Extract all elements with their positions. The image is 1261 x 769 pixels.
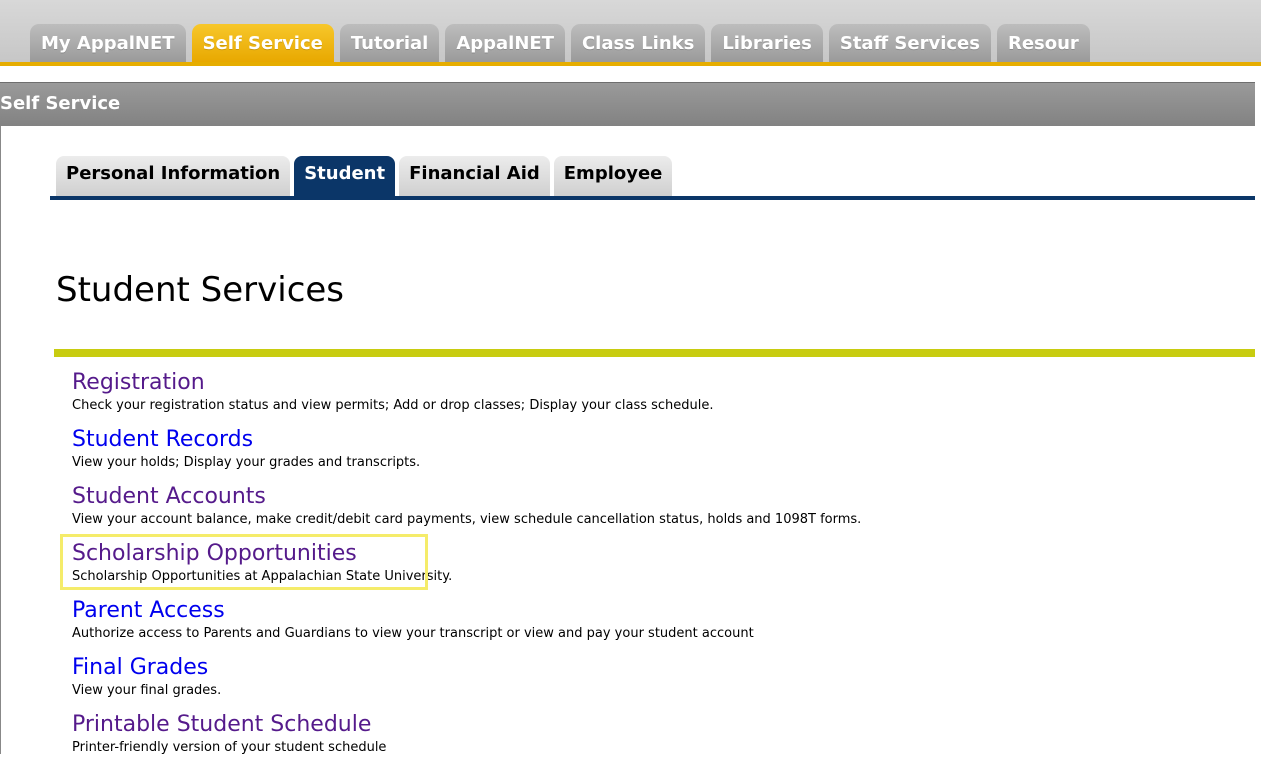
parent-access-description: Authorize access to Parents and Guardian… bbox=[72, 626, 754, 641]
section-title: Self Service bbox=[0, 93, 121, 114]
student-records-description: View your holds; Display your grades and… bbox=[72, 455, 421, 470]
scholarship-opportunities-description: Scholarship Opportunities at Appalachian… bbox=[72, 569, 453, 584]
registration-link[interactable]: Registration bbox=[72, 370, 205, 396]
top-tab-my-appalnet[interactable]: My AppalNET bbox=[30, 24, 186, 62]
menu-item-student-accounts: Student Accounts View your account balan… bbox=[72, 484, 1252, 541]
top-tab-appalnet[interactable]: AppalNET bbox=[445, 24, 565, 62]
content-left-border bbox=[0, 126, 1, 754]
tab-personal-information[interactable]: Personal Information bbox=[56, 156, 291, 196]
menu-item-registration: Registration Check your registration sta… bbox=[72, 370, 1252, 427]
portal-tab-underline bbox=[0, 62, 1261, 66]
top-tab-self-service[interactable]: Self Service bbox=[191, 24, 334, 62]
portal-tabs: My AppalNET Self Service Tutorial AppalN… bbox=[30, 24, 1090, 62]
top-tab-libraries[interactable]: Libraries bbox=[711, 24, 823, 62]
top-tab-staff-services[interactable]: Staff Services bbox=[828, 24, 991, 62]
sub-tabs: Personal Information Student Financial A… bbox=[56, 156, 673, 196]
menu-item-scholarship-opportunities: Scholarship Opportunities Scholarship Op… bbox=[72, 541, 1252, 598]
portal-tab-bar: My AppalNET Self Service Tutorial AppalN… bbox=[0, 0, 1261, 66]
menu-item-printable-student-schedule: Printable Student Schedule Printer-frien… bbox=[72, 712, 1252, 769]
student-accounts-description: View your account balance, make credit/d… bbox=[72, 512, 862, 527]
registration-description: Check your registration status and view … bbox=[72, 398, 714, 413]
printable-student-schedule-link[interactable]: Printable Student Schedule bbox=[72, 712, 371, 738]
top-tab-resources[interactable]: Resour bbox=[996, 24, 1090, 62]
services-menu: Registration Check your registration sta… bbox=[72, 370, 1252, 769]
menu-item-final-grades: Final Grades View your final grades. bbox=[72, 655, 1252, 712]
top-tab-class-links[interactable]: Class Links bbox=[570, 24, 706, 62]
final-grades-link[interactable]: Final Grades bbox=[72, 655, 208, 681]
final-grades-description: View your final grades. bbox=[72, 683, 222, 698]
section-header: Self Service bbox=[0, 82, 1255, 126]
menu-item-student-records: Student Records View your holds; Display… bbox=[72, 427, 1252, 484]
page-title: Student Services bbox=[56, 270, 345, 310]
tab-financial-aid[interactable]: Financial Aid bbox=[399, 156, 550, 196]
sub-tab-underline bbox=[50, 196, 1255, 200]
parent-access-link[interactable]: Parent Access bbox=[72, 598, 225, 624]
title-divider bbox=[54, 349, 1255, 357]
top-tab-tutorial[interactable]: Tutorial bbox=[339, 24, 440, 62]
student-accounts-link[interactable]: Student Accounts bbox=[72, 484, 266, 510]
tab-employee[interactable]: Employee bbox=[553, 156, 673, 196]
scholarship-opportunities-link[interactable]: Scholarship Opportunities bbox=[72, 541, 357, 567]
menu-item-parent-access: Parent Access Authorize access to Parent… bbox=[72, 598, 1252, 655]
student-records-link[interactable]: Student Records bbox=[72, 427, 253, 453]
tab-student[interactable]: Student bbox=[294, 156, 396, 196]
